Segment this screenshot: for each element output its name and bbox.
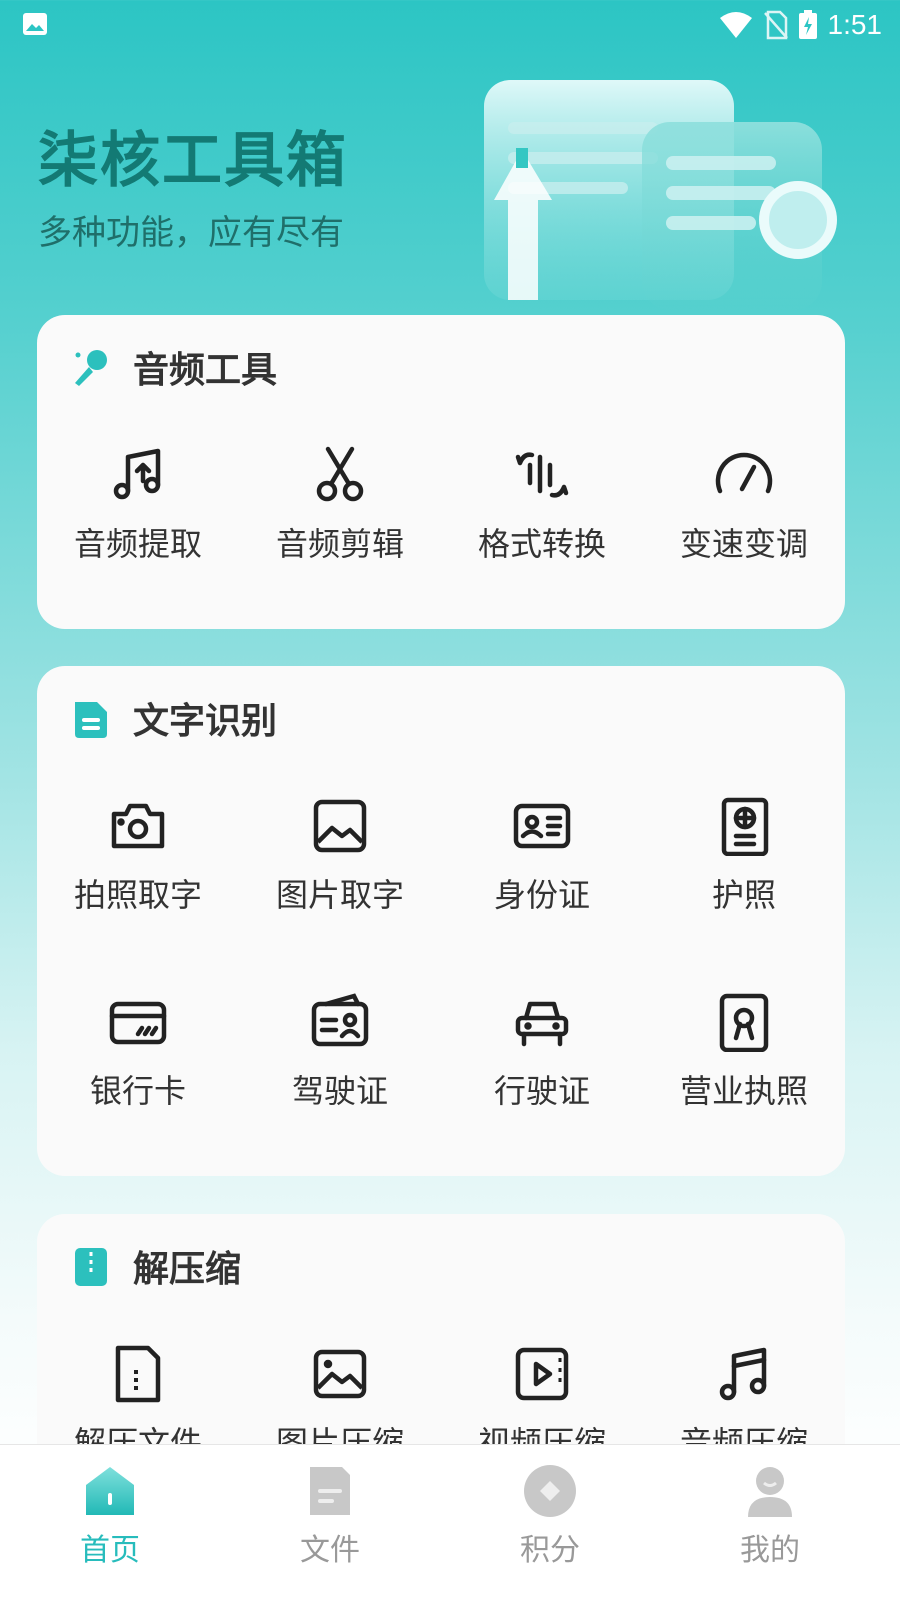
tool-label: 护照	[711, 876, 776, 914]
audio-tools-card: 音频工具 音频提取 音频剪辑 格式转换 变速变调	[37, 315, 845, 629]
tool-label: 驾驶证	[291, 1072, 388, 1110]
tab-mine[interactable]: 我的	[680, 1463, 860, 1569]
status-time: 1:51	[827, 9, 883, 40]
music-upload-icon	[113, 448, 161, 500]
microphone-icon	[75, 350, 107, 386]
tool-id-card[interactable]: 身份证	[441, 796, 643, 916]
tool-label: 音频剪辑	[275, 525, 404, 563]
tool-label: 营业执照	[679, 1072, 808, 1110]
home-icon	[86, 1467, 134, 1515]
user-icon	[748, 1467, 792, 1517]
bank-card-icon	[109, 1001, 167, 1045]
tool-label: 拍照取字	[73, 876, 202, 914]
scissors-icon	[316, 446, 364, 502]
section-title: 文字识别	[133, 701, 278, 742]
tab-files[interactable]: 文件	[240, 1463, 420, 1569]
business-license-icon	[719, 993, 769, 1052]
file-icon	[310, 1467, 350, 1515]
ocr-header: 文字识别	[71, 694, 277, 742]
tool-speed-pitch[interactable]: 变速变调	[643, 445, 845, 565]
tool-passport[interactable]: 护照	[643, 796, 845, 916]
zip-icon	[75, 1248, 107, 1286]
compress-header: 解压缩	[71, 1242, 241, 1290]
tool-label: 图片取字	[275, 876, 404, 914]
tool-label: 身份证	[493, 876, 590, 914]
image-notification-icon	[23, 13, 47, 35]
bottom-tab-bar: 首页 文件 积分 我的	[0, 1444, 900, 1601]
tool-audio-cut[interactable]: 音频剪辑	[239, 445, 441, 565]
tool-vehicle-license[interactable]: 行驶证	[441, 992, 643, 1112]
image-compress-icon	[313, 1349, 367, 1399]
tool-label: 行驶证	[493, 1072, 590, 1110]
section-title: 解压缩	[133, 1249, 242, 1290]
status-bar: 1:51	[0, 0, 900, 52]
camera-icon	[111, 803, 165, 849]
points-icon	[524, 1465, 576, 1517]
tool-photo-ocr[interactable]: 拍照取字	[37, 796, 239, 916]
section-title: 音频工具	[133, 350, 278, 391]
tool-label: 变速变调	[679, 525, 808, 563]
tool-driver-license[interactable]: 驾驶证	[239, 992, 441, 1112]
tool-label: 格式转换	[477, 525, 606, 563]
tab-label: 文件	[300, 1533, 360, 1568]
wifi-icon	[719, 12, 752, 38]
passport-icon	[721, 797, 769, 856]
tool-label: 音频提取	[73, 525, 202, 563]
tab-label: 积分	[520, 1533, 580, 1568]
tool-format-convert[interactable]: 格式转换	[441, 445, 643, 565]
no-sim-icon	[763, 10, 788, 40]
driver-license-icon	[311, 993, 369, 1047]
tab-label: 我的	[740, 1533, 800, 1568]
tool-label: 银行卡	[89, 1072, 186, 1110]
battery-charging-icon	[798, 10, 817, 39]
audio-tools-header: 音频工具	[71, 343, 277, 391]
hero-illustration	[484, 80, 837, 310]
tool-audio-extract[interactable]: 音频提取	[37, 445, 239, 565]
image-icon	[313, 799, 367, 853]
tab-label: 首页	[80, 1533, 140, 1568]
ocr-card: 文字识别 拍照取字 图片取字 身份证 护照 银行卡 驾驶证 行驶证 营业执照	[37, 666, 845, 1176]
tool-bank-card[interactable]: 银行卡	[37, 992, 239, 1112]
waveform-convert-icon	[515, 452, 569, 498]
document-icon	[75, 702, 107, 738]
tab-points[interactable]: 积分	[460, 1463, 640, 1569]
id-card-icon	[513, 803, 571, 849]
zip-file-icon	[115, 1345, 161, 1403]
tool-image-ocr[interactable]: 图片取字	[239, 796, 441, 916]
tab-home[interactable]: 首页	[20, 1463, 200, 1569]
app-title: 柒核工具箱	[38, 126, 348, 196]
car-icon	[515, 1001, 569, 1047]
speedometer-icon	[715, 452, 773, 494]
video-compress-icon	[515, 1347, 569, 1401]
tool-business-license[interactable]: 营业执照	[643, 992, 845, 1112]
music-note-icon	[719, 1347, 767, 1401]
app-subtitle: 多种功能，应有尽有	[38, 213, 344, 253]
